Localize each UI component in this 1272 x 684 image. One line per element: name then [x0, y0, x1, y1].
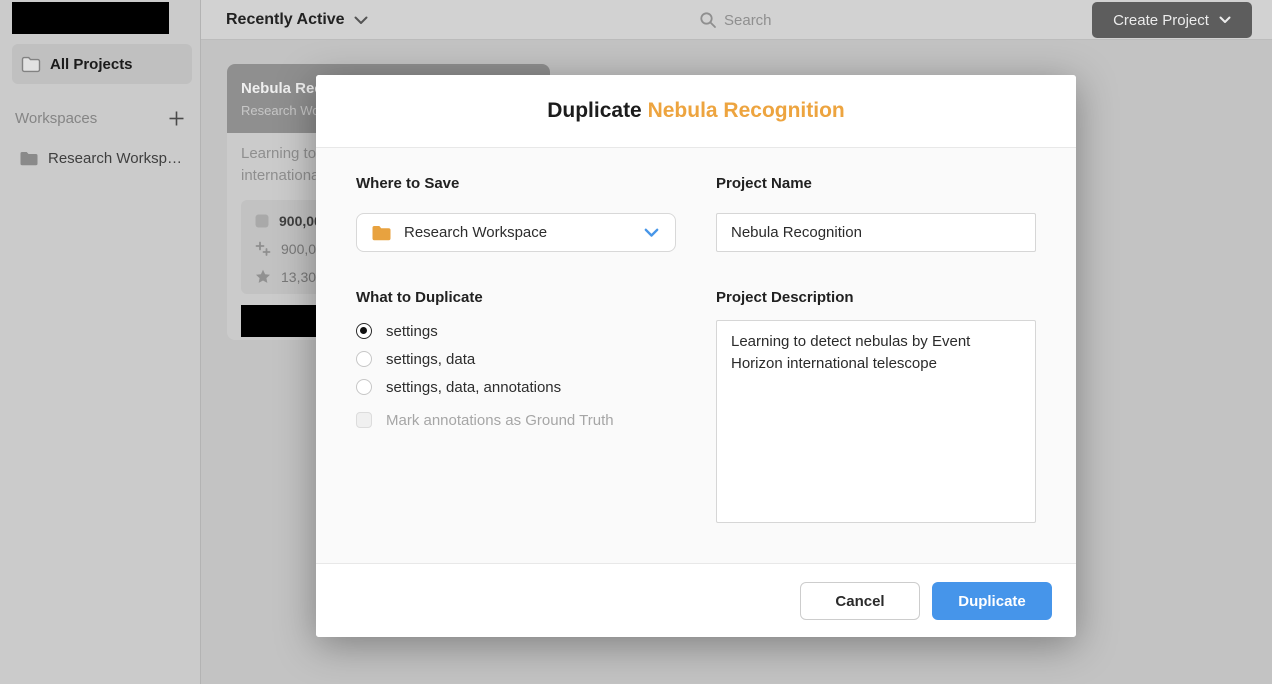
what-to-duplicate-label: What to Duplicate [356, 289, 483, 306]
radio-option-settings[interactable]: settings [356, 321, 438, 341]
radio-option-label: settings [386, 323, 438, 340]
workspace-item-label: Research Workspace [48, 150, 186, 167]
radio-option-label: settings, data [386, 351, 475, 368]
sort-label: Recently Active [226, 11, 345, 29]
create-project-button[interactable]: Create Project [1092, 2, 1252, 38]
radio-option-settings-data[interactable]: settings, data [356, 349, 475, 369]
chevron-down-icon [644, 228, 659, 238]
radio-unselected-icon[interactable] [356, 351, 372, 367]
modal-title-project-name: Nebula Recognition [648, 99, 845, 122]
chevron-down-icon [354, 16, 368, 25]
star-icon [255, 269, 271, 285]
workspaces-section-header: Workspaces [15, 108, 185, 128]
app-logo [12, 2, 169, 34]
modal-footer: Cancel Duplicate [316, 563, 1076, 637]
all-projects-label: All Projects [50, 56, 133, 73]
folder-filled-icon [19, 150, 39, 167]
sidebar-item-research-workspace[interactable]: Research Workspace [12, 146, 197, 170]
folder-orange-icon [371, 224, 392, 242]
create-project-label: Create Project [1113, 12, 1209, 29]
add-workspace-icon[interactable] [168, 110, 185, 127]
workspaces-label: Workspaces [15, 110, 97, 127]
topbar: Recently Active Create Project [201, 0, 1272, 40]
where-to-save-label: Where to Save [356, 175, 459, 192]
search-box [699, 0, 904, 40]
ground-truth-checkbox-row: Mark annotations as Ground Truth [356, 410, 614, 430]
app-root: Recently Active Create Project All Proje… [0, 0, 1272, 684]
radio-selected-icon[interactable] [356, 323, 372, 339]
clone-plus-icon [255, 241, 271, 257]
project-name-label: Project Name [716, 175, 812, 192]
sort-dropdown[interactable]: Recently Active [226, 0, 368, 40]
sidebar: All Projects Workspaces Research Workspa… [0, 0, 201, 684]
workspace-select-value: Research Workspace [404, 224, 632, 241]
modal-title-prefix: Duplicate [547, 99, 647, 122]
search-icon [699, 11, 717, 29]
radio-unselected-icon[interactable] [356, 379, 372, 395]
duplicate-project-modal: Duplicate Nebula Recognition Where to Sa… [316, 75, 1076, 637]
folder-outline-icon [21, 55, 41, 73]
modal-header: Duplicate Nebula Recognition [316, 75, 1076, 148]
ground-truth-checkbox-label: Mark annotations as Ground Truth [386, 412, 614, 429]
radio-option-settings-data-annotations[interactable]: settings, data, annotations [356, 377, 561, 397]
modal-title: Duplicate Nebula Recognition [547, 99, 845, 123]
sidebar-item-all-projects[interactable]: All Projects [12, 44, 192, 84]
workspace-select[interactable]: Research Workspace [356, 213, 676, 252]
project-name-input[interactable] [716, 213, 1036, 252]
project-description-label: Project Description [716, 289, 854, 306]
cancel-button[interactable]: Cancel [800, 582, 920, 620]
radio-option-label: settings, data, annotations [386, 379, 561, 396]
chevron-down-icon [1219, 16, 1231, 24]
dataset-square-icon [255, 214, 269, 228]
project-description-textarea[interactable]: Learning to detect nebulas by Event Hori… [716, 320, 1036, 523]
checkbox-disabled-icon [356, 412, 372, 428]
search-input[interactable] [724, 12, 904, 29]
duplicate-button[interactable]: Duplicate [932, 582, 1052, 620]
